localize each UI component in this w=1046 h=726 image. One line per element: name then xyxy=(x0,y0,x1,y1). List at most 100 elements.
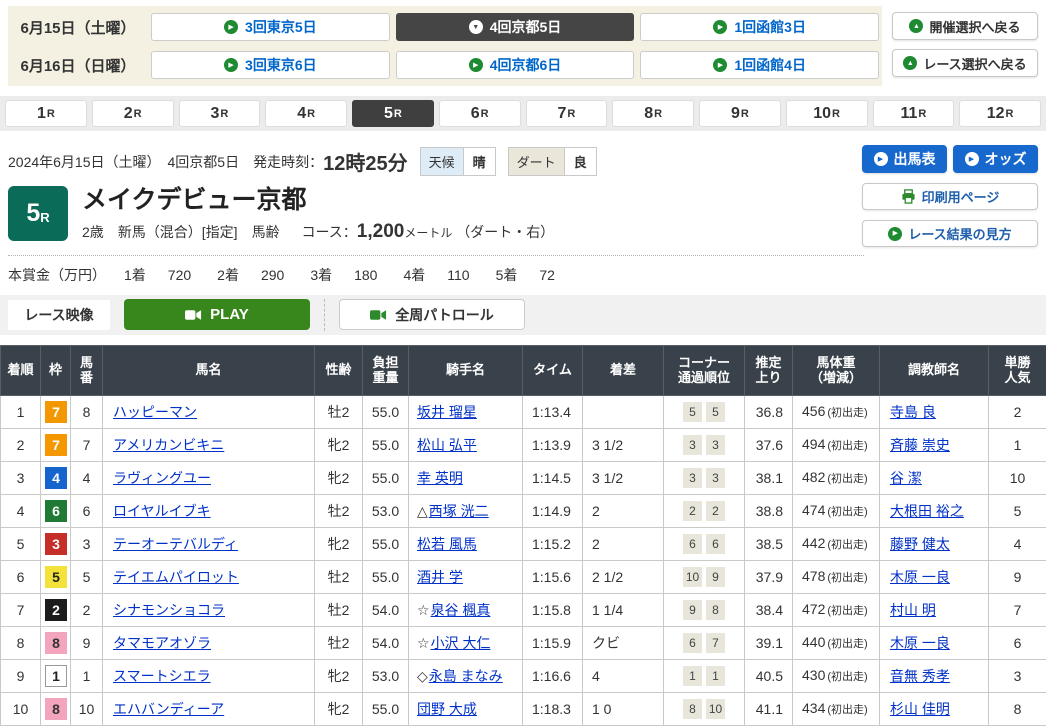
margin: 1 1/4 xyxy=(583,593,664,626)
result-guide-button[interactable]: ▶ レース結果の見方 xyxy=(862,220,1038,247)
meeting-button[interactable]: ▶1回函館3日 xyxy=(640,13,879,41)
column-header-line: 単勝 xyxy=(1004,355,1030,370)
race-tab-10r[interactable]: 10R xyxy=(786,100,868,127)
jockey-link[interactable]: 泉谷 楓真 xyxy=(431,602,491,618)
race-tab-suffix: R xyxy=(134,108,142,120)
finish-position: 4 xyxy=(1,494,41,527)
horse-weight-cell: 482(初出走) xyxy=(793,461,880,494)
horse-link[interactable]: エハバンディーア xyxy=(113,701,224,717)
print-page-button[interactable]: 印刷用ページ xyxy=(862,183,1038,210)
race-results-table: 着順枠馬番馬名性齢負担重量騎手名タイム着差コーナー通過順位推定上り馬体重（増減）… xyxy=(0,345,1046,726)
play-video-button[interactable]: PLAY xyxy=(124,299,310,330)
jockey-cell: 団野 大成 xyxy=(409,692,523,725)
finish-time: 1:16.6 xyxy=(523,659,583,692)
horse-link[interactable]: テーオーテバルディ xyxy=(113,536,238,552)
race-tab-3r[interactable]: 3R xyxy=(179,100,261,127)
meeting-button[interactable]: ▼4回京都5日 xyxy=(396,13,635,41)
horse-link[interactable]: テイエムパイロット xyxy=(113,569,239,585)
trainer-link[interactable]: 谷 潔 xyxy=(890,470,922,486)
jockey-link[interactable]: 坂井 瑠星 xyxy=(417,404,477,420)
bracket-number-badge: 6 xyxy=(45,500,67,522)
race-tab-11r[interactable]: 11R xyxy=(873,100,955,127)
horse-name-cell: アメリカンビキニ xyxy=(103,428,315,461)
win-favorite-rank: 6 xyxy=(989,626,1046,659)
horse-link[interactable]: シナモンショコラ xyxy=(113,602,225,618)
jockey-link[interactable]: 永島 まなみ xyxy=(429,668,503,684)
back-to-meeting-select-button[interactable]: ▲開催選択へ戻る xyxy=(892,12,1038,40)
jockey-link[interactable]: 小沢 大仁 xyxy=(431,635,491,651)
jockey-link[interactable]: 西塚 洸二 xyxy=(429,503,489,519)
trainer-cell: 音無 秀孝 xyxy=(880,659,989,692)
race-class-text: 2歳 新馬（混合）[指定] 馬齢 xyxy=(82,224,280,240)
result-guide-label: レース結果の見方 xyxy=(908,224,1011,243)
horse-link[interactable]: ラヴィングユー xyxy=(113,470,211,486)
carried-weight: 54.0 xyxy=(363,626,409,659)
horse-weight: 494 xyxy=(802,436,825,452)
horse-link[interactable]: タマモアオゾラ xyxy=(113,635,211,651)
trainer-link[interactable]: 杉山 佳明 xyxy=(890,701,950,717)
trainer-link[interactable]: 藤野 健太 xyxy=(890,536,950,552)
race-tab-6r[interactable]: 6R xyxy=(439,100,521,127)
jockey-cell: 松若 風馬 xyxy=(409,527,523,560)
jockey-link[interactable]: 団野 大成 xyxy=(417,701,477,717)
jockey-link[interactable]: 幸 英明 xyxy=(417,470,463,486)
race-tab-4r[interactable]: 4R xyxy=(265,100,347,127)
prize-item: 3着180 xyxy=(310,267,377,283)
horse-link[interactable]: スマートシエラ xyxy=(113,668,211,684)
trainer-link[interactable]: 音無 秀孝 xyxy=(890,668,950,684)
print-page-label: 印刷用ページ xyxy=(922,187,1000,206)
chevron-right-circle-icon: ▶ xyxy=(965,152,979,166)
race-tab-2r[interactable]: 2R xyxy=(92,100,174,127)
prize-amount: 290 xyxy=(261,267,284,283)
odds-button[interactable]: ▶ オッズ xyxy=(953,145,1038,173)
jockey-link[interactable]: 松山 弘平 xyxy=(417,437,477,453)
video-strip: レース映像 PLAY 全周パトロール xyxy=(0,295,1046,335)
horse-weight: 440 xyxy=(802,634,825,650)
result-row: 466ロイヤルイブキ牡253.0△西塚 洸二1:14.922238.8474(初… xyxy=(1,494,1046,527)
course-note: （ダート・右） xyxy=(456,224,554,240)
race-tab-8r[interactable]: 8R xyxy=(612,100,694,127)
prize-item: 2着290 xyxy=(217,267,284,283)
meeting-button[interactable]: ▶3回東京5日 xyxy=(151,13,390,41)
meeting-button[interactable]: ▶1回函館4日 xyxy=(640,51,879,79)
trainer-link[interactable]: 木原 一良 xyxy=(890,569,950,585)
horse-link[interactable]: ロイヤルイブキ xyxy=(113,503,211,519)
meeting-button[interactable]: ▶3回東京6日 xyxy=(151,51,390,79)
meeting-button[interactable]: ▶4回京都6日 xyxy=(396,51,635,79)
sex-age: 牝2 xyxy=(315,659,363,692)
race-tab-1r[interactable]: 1R xyxy=(5,100,87,127)
horse-number: 10 xyxy=(71,692,103,725)
horse-link[interactable]: アメリカンビキニ xyxy=(113,437,224,453)
apprentice-mark: ◇ xyxy=(417,668,428,684)
win-favorite-rank: 5 xyxy=(989,494,1046,527)
horse-weight-cell: 456(初出走) xyxy=(793,395,880,428)
column-header-line: 重量 xyxy=(372,370,398,385)
trainer-link[interactable]: 寺島 良 xyxy=(890,404,936,420)
back-to-race-select-button[interactable]: ▲レース選択へ戻る xyxy=(892,49,1038,77)
corner-position: 6 xyxy=(706,534,725,554)
margin: クビ xyxy=(583,626,664,659)
patrol-video-button[interactable]: 全周パトロール xyxy=(339,299,525,330)
jockey-link[interactable]: 松若 風馬 xyxy=(417,536,477,552)
race-tab-12r[interactable]: 12R xyxy=(959,100,1041,127)
entry-table-button[interactable]: ▶ 出馬表 xyxy=(862,145,947,173)
trainer-link[interactable]: 村山 明 xyxy=(890,602,936,618)
horse-link[interactable]: ハッピーマン xyxy=(113,404,197,420)
trainer-link[interactable]: 斉藤 崇史 xyxy=(890,437,950,453)
back-button-label: レース選択へ戻る xyxy=(923,54,1026,73)
race-tab-5r[interactable]: 5R xyxy=(352,100,434,127)
schedule-header: 6月15日（土曜）▶3回東京5日▼4回京都5日▶1回函館3日6月16日（日曜）▶… xyxy=(8,6,1038,86)
prize-amount: 72 xyxy=(539,267,555,283)
win-favorite-rank: 9 xyxy=(989,560,1046,593)
trainer-link[interactable]: 木原 一良 xyxy=(890,635,950,651)
jockey-link[interactable]: 酒井 学 xyxy=(417,569,463,585)
finish-time: 1:14.5 xyxy=(523,461,583,494)
entry-table-label: 出馬表 xyxy=(894,149,936,169)
trainer-link[interactable]: 大根田 裕之 xyxy=(890,503,964,519)
carried-weight: 53.0 xyxy=(363,494,409,527)
meeting-label: 1回函館4日 xyxy=(734,55,806,75)
corner-position: 10 xyxy=(683,567,702,587)
race-tab-7r[interactable]: 7R xyxy=(526,100,608,127)
race-tab-9r[interactable]: 9R xyxy=(699,100,781,127)
finish-time: 1:18.3 xyxy=(523,692,583,725)
